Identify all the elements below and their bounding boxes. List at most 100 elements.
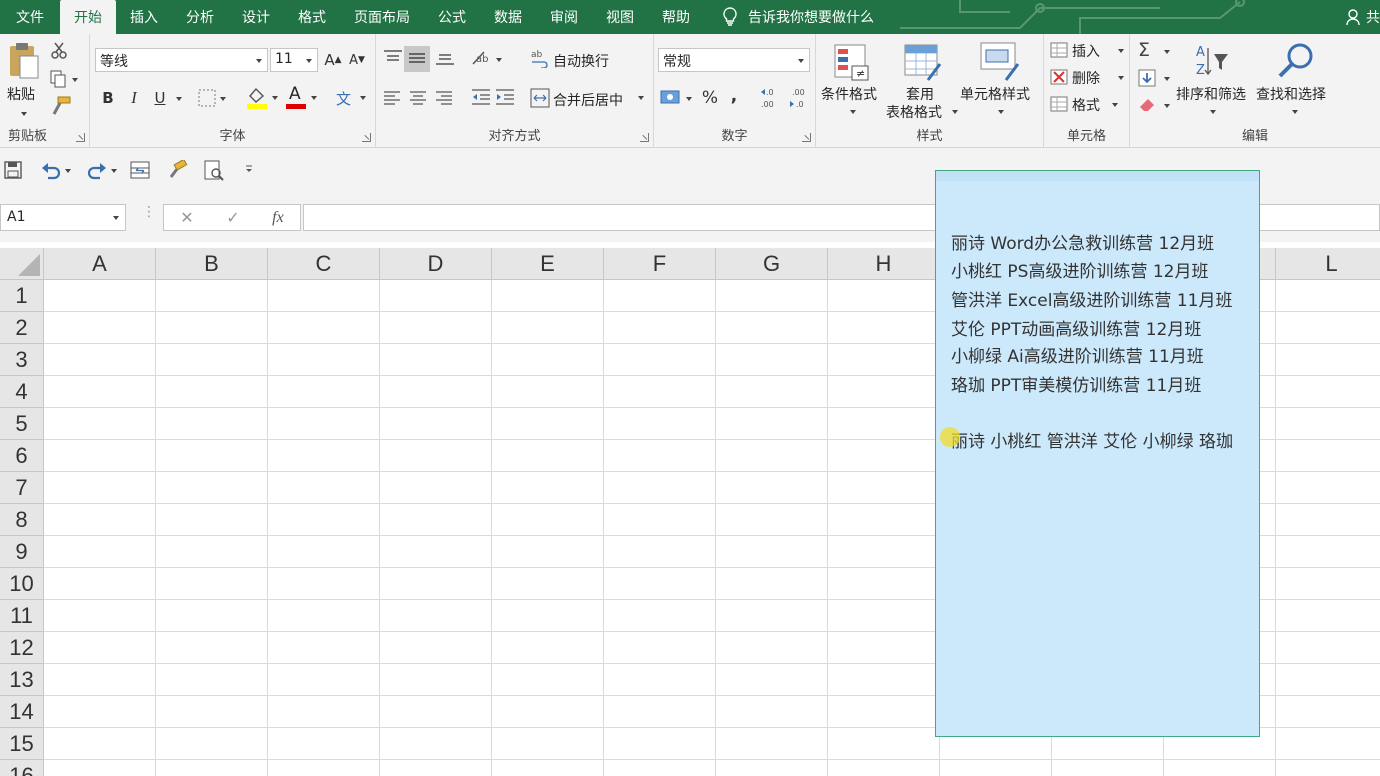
column-header-b[interactable]: B [156,248,268,280]
row-header-1[interactable]: 1 [0,280,44,312]
underline-button[interactable]: U [150,86,170,110]
increase-decimal-icon[interactable]: .0.00 [760,86,782,110]
merge-dropdown-icon[interactable] [638,96,644,100]
row-header-4[interactable]: 4 [0,376,44,408]
customize-toolbar-icon[interactable] [244,164,254,174]
decrease-decimal-icon[interactable]: .00.0 [788,86,810,110]
autosum-button[interactable]: Σ [1136,39,1170,62]
sort-filter-button[interactable]: AZ 排序和筛选 [1174,40,1254,126]
row-header-3[interactable]: 3 [0,344,44,376]
paste-button[interactable]: 粘贴 [4,40,44,130]
grow-font-button[interactable]: A ▲ [322,48,344,72]
row-header-6[interactable]: 6 [0,440,44,472]
orientation-icon[interactable]: ab [470,48,504,70]
alignment-launcher-icon[interactable] [640,133,649,142]
tab-help[interactable]: 帮助 [648,0,704,34]
font-name-select[interactable]: 等线 [95,48,268,72]
delete-cells-button[interactable]: 删除 [1050,67,1126,89]
tab-home[interactable]: 开始 [60,0,116,34]
row-header-15[interactable]: 15 [0,728,44,760]
number-format-select[interactable]: 常规 [658,48,810,72]
format-as-table-button[interactable]: 套用 表格格式 [886,40,958,126]
number-launcher-icon[interactable] [802,133,811,142]
tab-insert[interactable]: 插入 [116,0,172,34]
text-box[interactable]: 丽诗 Word办公急救训练营 12月班 小桃红 PS高级进阶训练营 12月班 管… [935,170,1260,737]
cell-styles-button[interactable]: 单元格样式 [960,40,1042,126]
accounting-format-icon[interactable] [660,88,696,108]
column-header-a[interactable]: A [44,248,156,280]
tab-formulas[interactable]: 公式 [424,0,480,34]
name-box[interactable]: A1 [0,204,126,231]
row-header-14[interactable]: 14 [0,696,44,728]
insert-cells-button[interactable]: 插入 [1050,40,1126,62]
column-header-g[interactable]: G [716,248,828,280]
align-right-icon[interactable] [434,90,454,106]
shrink-font-button[interactable]: A ▼ [346,48,368,72]
row-header-11[interactable]: 11 [0,600,44,632]
bold-button[interactable]: B [98,86,118,110]
find-select-button[interactable]: 查找和选择 [1256,40,1336,126]
format-cells-button[interactable]: 格式 [1050,94,1126,116]
clear-button[interactable] [1136,94,1170,116]
row-header-5[interactable]: 5 [0,408,44,440]
tab-file[interactable]: 文件 [0,0,60,34]
tab-view[interactable]: 视图 [592,0,648,34]
tell-me-search[interactable]: 告诉我你想要做什么 [722,0,874,34]
share-button[interactable]: 共 [1346,0,1380,34]
increase-indent-icon[interactable] [494,88,516,108]
insert-function-icon[interactable]: fx [272,209,284,227]
column-header-c[interactable]: C [268,248,380,280]
decrease-indent-icon[interactable] [470,88,492,108]
align-left-icon[interactable] [382,90,402,106]
row-header-9[interactable]: 9 [0,536,44,568]
tab-page-layout[interactable]: 页面布局 [340,0,424,34]
row-header-2[interactable]: 2 [0,312,44,344]
column-header-l[interactable]: L [1276,248,1380,280]
border-icon[interactable] [198,89,228,107]
formula-bar-splitter-icon[interactable]: ⋮ [142,205,156,226]
column-header-h[interactable]: H [828,248,940,280]
merge-center-icon[interactable] [530,87,550,109]
conditional-format-button[interactable]: ≠ 条件格式 [818,40,886,126]
undo-icon[interactable] [40,160,74,180]
copy-icon[interactable] [50,70,80,88]
align-top-icon[interactable] [382,48,404,68]
tab-review[interactable]: 审阅 [536,0,592,34]
row-header-16[interactable]: 16 [0,760,44,776]
paste-dropdown-icon[interactable] [21,112,27,116]
row-header-10[interactable]: 10 [0,568,44,600]
comma-button[interactable]: , [726,84,742,108]
column-header-e[interactable]: E [492,248,604,280]
italic-button[interactable]: I [124,86,144,110]
font-launcher-icon[interactable] [362,133,371,142]
print-preview-icon[interactable] [204,160,226,182]
fill-color-icon[interactable] [246,86,280,110]
clipboard-launcher-icon[interactable] [76,133,85,142]
underline-dropdown-icon[interactable] [176,97,182,101]
format-painter-icon[interactable] [168,160,188,180]
percent-button[interactable]: % [700,86,720,110]
column-header-f[interactable]: F [604,248,716,280]
row-header-13[interactable]: 13 [0,664,44,696]
cancel-icon[interactable]: ✕ [180,208,193,227]
align-middle-button[interactable] [404,46,430,72]
cut-icon[interactable] [50,42,68,60]
select-all-button[interactable] [0,248,44,280]
font-size-select[interactable]: 11 [270,48,318,72]
chevron-down-icon[interactable] [113,216,119,220]
font-color-button[interactable]: A [286,84,320,110]
row-header-12[interactable]: 12 [0,632,44,664]
tab-design[interactable]: 设计 [228,0,284,34]
merge-center-button[interactable]: 合并后居中 [553,90,623,110]
wrap-text-button[interactable]: 自动换行 [553,51,609,71]
align-center-icon[interactable] [408,90,428,106]
format-painter-icon[interactable] [50,96,72,116]
tab-analyze[interactable]: 分析 [172,0,228,34]
phonetic-button[interactable]: 文 [334,86,372,110]
fill-button[interactable] [1136,67,1170,89]
freeze-panes-icon[interactable] [130,161,150,179]
tab-data[interactable]: 数据 [480,0,536,34]
tab-format[interactable]: 格式 [284,0,340,34]
wrap-text-icon[interactable]: ab [530,48,550,68]
redo-icon[interactable] [84,160,118,180]
